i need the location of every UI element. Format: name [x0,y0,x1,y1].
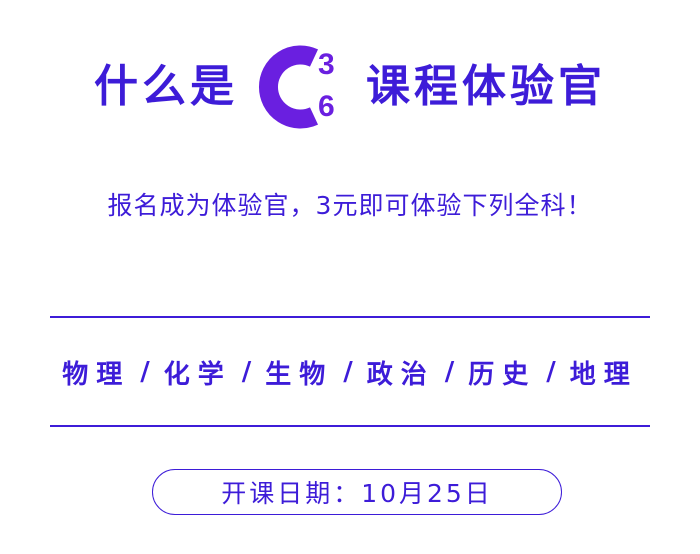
subject-biology: 生物 [265,359,334,390]
subject-politics: 政治 [366,359,435,390]
start-date-text: 开课日期：10月25日 [221,479,493,508]
divider-bottom [50,425,650,427]
subject-separator: / [546,357,556,387]
subject-geography: 地理 [569,359,638,390]
start-date-badge: 开课日期：10月25日 [152,469,562,515]
subtitle: 报名成为体验官，3元即可体验下列全科！ [107,191,593,220]
subject-separator: / [140,357,150,387]
logo-subscript: 6 [318,90,335,123]
logo-superscript: 3 [318,48,335,81]
divider-top [50,316,650,318]
c-letter-icon [258,45,318,129]
title-prefix: 什么是 [94,61,238,112]
subject-separator: / [444,357,455,387]
subject-separator: / [343,357,353,387]
page-title: 什么是 3 6 课程体验官 [0,44,700,130]
title-suffix: 课程体验官 [366,61,606,112]
c36-logo: 3 6 [256,44,352,130]
subject-history: 历史 [468,359,537,390]
subject-chemistry: 化学 [163,359,232,390]
subject-physics: 物理 [62,359,131,390]
subject-list: 物理 / 化学 / 生物 / 政治 / 历史 / 地理 [50,350,650,394]
subject-separator: / [241,357,252,387]
